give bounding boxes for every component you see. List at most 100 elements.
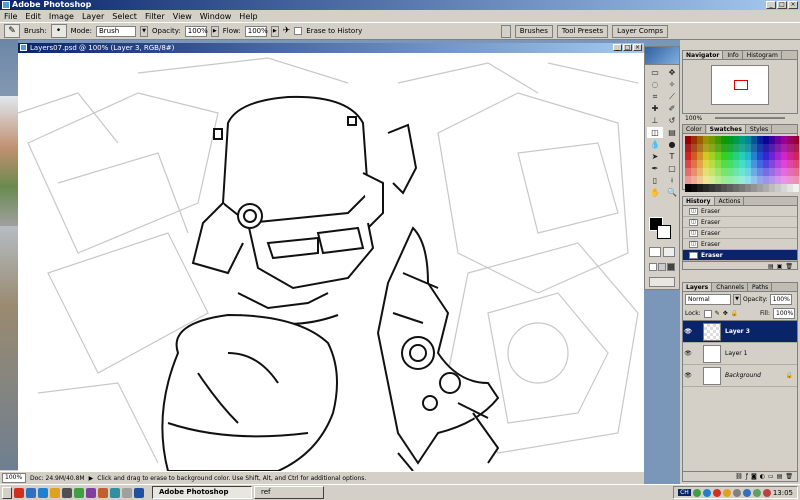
background-color-swatch[interactable]	[657, 225, 671, 239]
tab-actions[interactable]: Actions	[716, 197, 745, 205]
taskbar-item-ref[interactable]: ref	[254, 486, 324, 499]
slice-tool-icon[interactable]: ⟋	[664, 91, 680, 102]
full-screen-menu-icon[interactable]	[658, 263, 666, 271]
status-zoom-field[interactable]: 100%	[2, 473, 26, 483]
lasso-tool-icon[interactable]: ◌	[647, 79, 663, 90]
color-swatch[interactable]	[793, 184, 799, 192]
tab-info[interactable]: Info	[724, 51, 743, 59]
palette-well-file-browser[interactable]	[500, 24, 511, 38]
full-screen-icon[interactable]	[667, 263, 675, 271]
tray-icon[interactable]	[752, 488, 761, 497]
trash-icon[interactable]: 🗑	[785, 263, 793, 270]
eraser-tool-icon[interactable]: ◫	[647, 127, 663, 138]
layer-mask-icon[interactable]: ◙	[751, 473, 757, 480]
gradient-tool-icon[interactable]: ▤	[664, 127, 680, 138]
history-brush-tool-icon[interactable]: ↺	[664, 115, 680, 126]
crop-tool-icon[interactable]: ⌗	[647, 91, 663, 102]
chevron-right-icon[interactable]: ▶	[210, 25, 219, 37]
well-tool-presets[interactable]: Tool Presets	[556, 24, 609, 38]
tray-icon[interactable]	[732, 488, 741, 497]
tray-icon[interactable]	[692, 488, 701, 497]
eye-icon[interactable]: 👁	[683, 328, 693, 335]
color-swatch[interactable]	[793, 136, 799, 144]
quicklaunch-icon[interactable]	[62, 487, 72, 498]
tab-histogram[interactable]: Histogram	[744, 51, 782, 59]
well-layer-comps[interactable]: Layer Comps	[612, 24, 668, 38]
standard-mode-icon[interactable]	[649, 247, 661, 257]
history-item[interactable]: ◫ Eraser	[683, 206, 797, 217]
eyedropper-tool-icon[interactable]: ⟊	[664, 175, 680, 186]
clock[interactable]: 13:05	[773, 489, 793, 497]
tab-paths[interactable]: Paths	[749, 283, 773, 291]
color-swatch[interactable]	[793, 168, 799, 176]
brush-picker[interactable]: •	[50, 24, 67, 38]
quicklaunch-icon[interactable]	[50, 487, 60, 498]
navigator-thumbnail[interactable]	[711, 65, 769, 105]
blend-mode-select[interactable]: Normal	[685, 294, 731, 305]
quicklaunch-icon[interactable]	[26, 487, 36, 498]
link-icon[interactable]: ⛓	[735, 473, 743, 480]
chevron-right-icon[interactable]: ▶	[270, 25, 279, 37]
hand-tool-icon[interactable]: ✋	[647, 187, 663, 198]
tab-navigator[interactable]: Navigator	[683, 51, 724, 59]
tray-icon[interactable]	[712, 488, 721, 497]
history-item[interactable]: ◫ Eraser	[683, 228, 797, 239]
tray-icon[interactable]	[742, 488, 751, 497]
tab-color[interactable]: Color	[683, 125, 706, 133]
history-item-selected[interactable]: ◫ Eraser	[683, 250, 797, 261]
menu-filter[interactable]: Filter	[145, 12, 165, 21]
background-document[interactable]: 100%	[0, 40, 18, 484]
start-button[interactable]	[2, 486, 12, 499]
dodge-tool-icon[interactable]: ●	[664, 139, 680, 150]
shape-tool-icon[interactable]: ▢	[664, 163, 680, 174]
quicklaunch-icon[interactable]	[98, 487, 108, 498]
quicklaunch-icon[interactable]	[14, 487, 24, 498]
color-swatch[interactable]	[793, 160, 799, 168]
lock-transparency-checkbox[interactable]	[703, 309, 712, 318]
jump-to-imageready-icon[interactable]	[649, 277, 675, 287]
magic-wand-tool-icon[interactable]: ✧	[664, 79, 680, 90]
doc-size[interactable]: Doc: 24.9M/40.8M	[30, 475, 85, 482]
standard-screen-icon[interactable]	[649, 263, 657, 271]
lock-all-icon[interactable]: 🔒	[731, 310, 738, 317]
zoom-tool-icon[interactable]: 🔍	[664, 187, 680, 198]
quicklaunch-icon[interactable]	[134, 487, 144, 498]
doc-close-button[interactable]: ×	[633, 44, 642, 51]
eye-icon[interactable]: 👁	[683, 372, 693, 379]
new-layer-icon[interactable]: ▤	[777, 473, 783, 480]
menu-select[interactable]: Select	[112, 12, 137, 21]
color-swatch[interactable]	[793, 152, 799, 160]
lock-brush-icon[interactable]: ✎	[715, 310, 720, 317]
tab-styles[interactable]: Styles	[747, 125, 773, 133]
taskbar-item-photoshop[interactable]: Adobe Photoshop	[152, 486, 252, 499]
doc-minimize-button[interactable]: _	[613, 44, 622, 51]
menu-view[interactable]: View	[173, 12, 192, 21]
trash-icon[interactable]: 🗑	[785, 473, 793, 480]
layer-row[interactable]: 👁 Layer 1	[683, 343, 797, 365]
path-selection-tool-icon[interactable]: ➤	[647, 151, 663, 162]
well-brushes[interactable]: Brushes	[514, 24, 553, 38]
color-swatch[interactable]	[793, 144, 799, 152]
menu-layer[interactable]: Layer	[82, 12, 104, 21]
tab-channels[interactable]: Channels	[713, 283, 748, 291]
new-snapshot-icon[interactable]: ▣	[777, 263, 783, 270]
move-tool-icon[interactable]: ✥	[664, 67, 680, 78]
history-item[interactable]: ◫ Eraser	[683, 239, 797, 250]
chevron-down-icon[interactable]: ▼	[733, 294, 741, 305]
toolbox-header[interactable]	[645, 47, 679, 65]
menu-help[interactable]: Help	[239, 12, 257, 21]
clone-stamp-tool-icon[interactable]: ⊥	[647, 115, 663, 126]
fill-field[interactable]: 100%	[773, 308, 795, 319]
menu-window[interactable]: Window	[200, 12, 232, 21]
quicklaunch-icon[interactable]	[86, 487, 96, 498]
navigator-zoom[interactable]: 100%	[685, 115, 702, 122]
tray-icon[interactable]	[702, 488, 711, 497]
type-tool-icon[interactable]: T	[664, 151, 680, 162]
quicklaunch-icon[interactable]	[110, 487, 120, 498]
tab-swatches[interactable]: Swatches	[706, 125, 746, 133]
history-item[interactable]: ◫ Eraser	[683, 217, 797, 228]
new-group-icon[interactable]: ▭	[768, 473, 774, 480]
quicklaunch-icon[interactable]	[74, 487, 84, 498]
app-title-bar[interactable]: Adobe Photoshop _ □ ×	[0, 0, 800, 10]
quick-mask-mode-icon[interactable]	[663, 247, 675, 257]
